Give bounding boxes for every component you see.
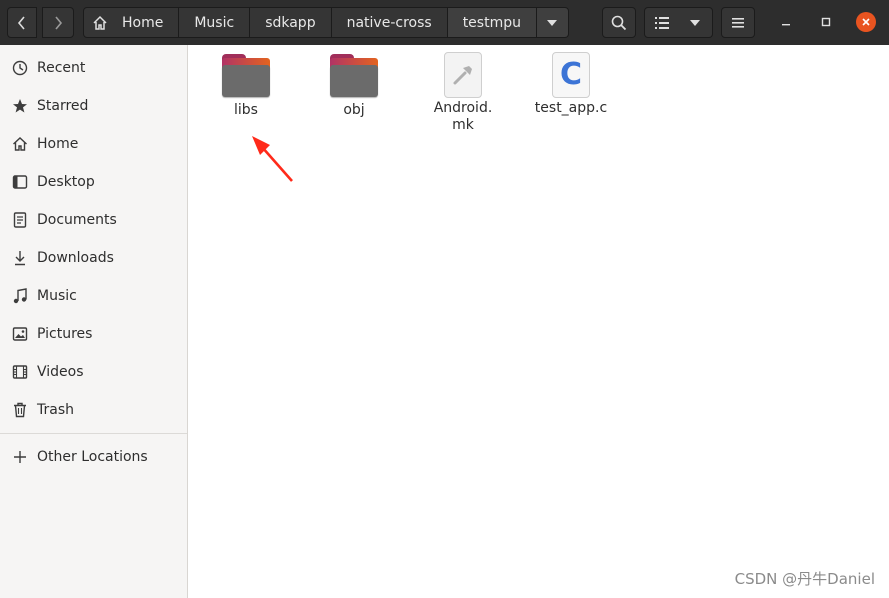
file-view: libs obj Android. mk C test_app.c CSDN @… <box>188 45 889 598</box>
folder-icon <box>222 54 270 98</box>
star-icon <box>11 97 29 115</box>
sidebar-divider <box>0 433 187 434</box>
breadcrumb-home[interactable]: Home <box>83 7 180 38</box>
sidebar-item-label: Pictures <box>37 326 93 342</box>
breadcrumb: Home Music sdkapp native-cross testmpu <box>83 7 569 38</box>
home-icon <box>11 135 29 153</box>
folder-icon <box>330 54 378 98</box>
breadcrumb-label: testmpu <box>462 14 521 31</box>
file-item-obj[interactable]: obj <box>306 54 402 119</box>
header-bar: Home Music sdkapp native-cross testmpu <box>0 0 889 45</box>
clock-icon <box>11 59 29 77</box>
sidebar-item-downloads[interactable]: Downloads <box>0 243 187 273</box>
film-icon <box>11 363 29 381</box>
watermark: CSDN @丹牛Daniel <box>734 570 875 588</box>
sidebar-item-other-locations[interactable]: Other Locations <box>0 442 187 472</box>
download-icon <box>11 249 29 267</box>
file-name: obj <box>343 102 365 118</box>
back-button[interactable] <box>7 7 37 38</box>
sidebar-item-label: Music <box>37 288 77 304</box>
view-toggle-button[interactable] <box>644 7 679 38</box>
list-view-icon <box>654 16 669 29</box>
sidebar: Recent Starred Home Desktop Documents Do… <box>0 45 188 598</box>
sidebar-item-recent[interactable]: Recent <box>0 53 187 83</box>
search-icon <box>611 15 627 30</box>
main-menu-button[interactable] <box>721 7 755 38</box>
breadcrumb-sdkapp[interactable]: sdkapp <box>250 7 332 38</box>
sidebar-item-desktop[interactable]: Desktop <box>0 167 187 197</box>
file-item-android-mk[interactable]: Android. mk <box>415 52 511 134</box>
annotation-arrow <box>252 136 293 182</box>
sidebar-item-label: Downloads <box>37 250 114 266</box>
sidebar-item-pictures[interactable]: Pictures <box>0 319 187 349</box>
breadcrumb-dropdown-button[interactable] <box>536 7 569 38</box>
breadcrumb-testmpu[interactable]: testmpu <box>447 7 537 38</box>
breadcrumb-native-cross[interactable]: native-cross <box>331 7 448 38</box>
desktop-icon <box>11 173 29 191</box>
forward-button[interactable] <box>42 7 74 38</box>
sidebar-item-label: Documents <box>37 212 117 228</box>
sidebar-item-label: Trash <box>37 402 74 418</box>
file-name: test_app.c <box>534 100 608 116</box>
caret-down-icon <box>690 19 700 26</box>
minimize-icon <box>782 24 790 26</box>
caret-down-icon <box>547 19 558 26</box>
sidebar-item-label: Desktop <box>37 174 95 190</box>
close-icon <box>862 18 870 26</box>
document-icon <box>11 211 29 229</box>
search-button[interactable] <box>602 7 636 38</box>
close-button[interactable] <box>856 12 876 32</box>
sidebar-item-home[interactable]: Home <box>0 129 187 159</box>
file-item-libs[interactable]: libs <box>198 54 294 119</box>
sidebar-item-documents[interactable]: Documents <box>0 205 187 235</box>
file-item-test-app-c[interactable]: C test_app.c <box>523 52 619 117</box>
sidebar-item-label: Other Locations <box>37 449 148 465</box>
file-name: Android. mk <box>433 100 493 133</box>
sidebar-item-starred[interactable]: Starred <box>0 91 187 121</box>
maximize-icon <box>821 17 831 27</box>
trash-icon <box>11 401 29 419</box>
breadcrumb-label: native-cross <box>346 14 432 31</box>
hammer-icon <box>444 52 482 98</box>
sidebar-item-label: Starred <box>37 98 89 114</box>
c-source-icon: C <box>552 52 590 98</box>
plus-icon <box>11 448 29 466</box>
view-options-button[interactable] <box>678 7 713 38</box>
sidebar-item-trash[interactable]: Trash <box>0 395 187 425</box>
breadcrumb-label: Home <box>122 14 164 31</box>
sidebar-item-music[interactable]: Music <box>0 281 187 311</box>
sidebar-item-videos[interactable]: Videos <box>0 357 187 387</box>
minimize-button[interactable] <box>776 12 796 32</box>
sidebar-item-label: Recent <box>37 60 86 76</box>
c-glyph: C <box>559 57 583 92</box>
music-icon <box>11 287 29 305</box>
breadcrumb-label: Music <box>194 14 235 31</box>
hamburger-menu-icon <box>732 17 744 28</box>
chevron-left-icon <box>17 15 25 30</box>
sidebar-item-label: Videos <box>37 364 84 380</box>
chevron-right-icon <box>55 15 63 30</box>
home-icon <box>93 15 107 30</box>
maximize-button[interactable] <box>816 12 836 32</box>
file-name: libs <box>234 102 258 118</box>
breadcrumb-music[interactable]: Music <box>179 7 251 38</box>
picture-icon <box>11 325 29 343</box>
breadcrumb-label: sdkapp <box>265 14 316 31</box>
sidebar-item-label: Home <box>37 136 79 152</box>
